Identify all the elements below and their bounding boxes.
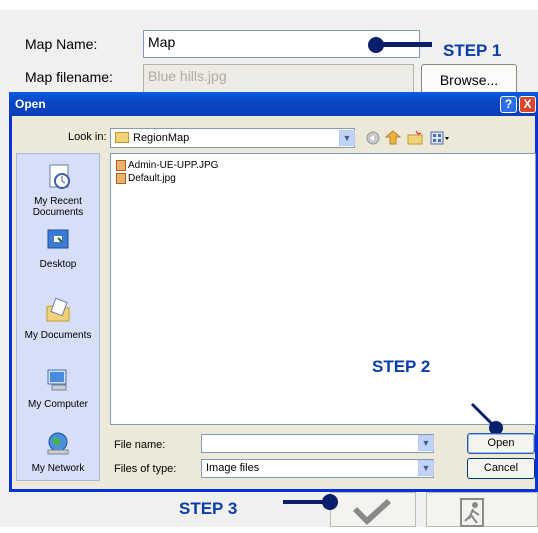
confirm-button[interactable]: [330, 492, 416, 527]
views-menu-icon[interactable]: [430, 131, 444, 145]
look-in-dropdown-icon[interactable]: ▼: [339, 130, 355, 146]
file-name: Admin-UE-UPP.JPG: [128, 160, 219, 172]
file-type-select[interactable]: Image files: [201, 459, 434, 478]
place-label: My Documents: [24, 330, 92, 341]
file-type-label: Files of type:: [114, 463, 177, 475]
file-name-input[interactable]: [201, 434, 434, 453]
cancel-button[interactable]: Cancel: [467, 458, 535, 479]
place-label: My Recent Documents: [32, 196, 84, 218]
look-in-label: Look in:: [68, 131, 107, 143]
up-folder-icon[interactable]: [384, 130, 402, 145]
my-computer-icon: [47, 369, 67, 391]
place-my-documents[interactable]: My Documents: [16, 297, 100, 341]
step1-arrow-line: [376, 42, 432, 47]
help-icon[interactable]: ?: [500, 96, 517, 113]
image-file-icon: [116, 160, 126, 171]
place-desktop[interactable]: Desktop: [16, 226, 100, 270]
place-label: My Network: [31, 463, 85, 474]
image-file-icon: [116, 173, 126, 184]
new-folder-icon[interactable]: [407, 134, 423, 145]
exit-button[interactable]: [426, 492, 538, 527]
desktop-icon: [47, 229, 69, 249]
my-documents-icon: [46, 297, 70, 322]
place-my-computer[interactable]: My Computer: [16, 366, 100, 410]
dialog-toolbar: [366, 130, 449, 145]
map-filename-input: Blue hills.jpg: [143, 64, 414, 94]
folder-icon: [115, 132, 129, 143]
list-item[interactable]: Default.jpg: [116, 173, 176, 184]
checkmark-icon: [353, 499, 391, 525]
my-network-icon: [47, 432, 69, 455]
place-my-recent-documents[interactable]: My Recent Documents: [16, 163, 100, 218]
recent-documents-icon: [49, 164, 70, 189]
open-button[interactable]: Open: [467, 433, 535, 454]
step2-arrow: [470, 402, 503, 435]
running-man-icon: [460, 498, 484, 527]
dialog-title: Open: [9, 92, 538, 116]
map-filename-label: Map filename:: [25, 69, 113, 85]
file-name: Default.jpg: [128, 173, 176, 185]
place-my-network[interactable]: My Network: [16, 430, 100, 474]
close-icon[interactable]: X: [519, 96, 536, 113]
step3-arrow-dot: [322, 494, 338, 510]
look-in-combo[interactable]: RegionMap: [110, 128, 355, 148]
place-label: Desktop: [39, 259, 77, 270]
list-item[interactable]: Admin-UE-UPP.JPG: [116, 160, 218, 171]
step3-label: STEP 3: [179, 499, 238, 518]
look-in-value: RegionMap: [133, 132, 190, 144]
top-margin: [0, 0, 538, 10]
step1-label: STEP 1: [443, 41, 502, 60]
place-label: My Computer: [27, 399, 88, 410]
map-name-label: Map Name:: [25, 36, 98, 52]
file-list[interactable]: [110, 153, 536, 425]
file-name-dropdown-icon[interactable]: ▼: [418, 435, 434, 451]
file-name-label: File name:: [114, 439, 166, 451]
file-type-dropdown-icon[interactable]: ▼: [418, 460, 434, 476]
step2-label: STEP 2: [372, 357, 431, 376]
